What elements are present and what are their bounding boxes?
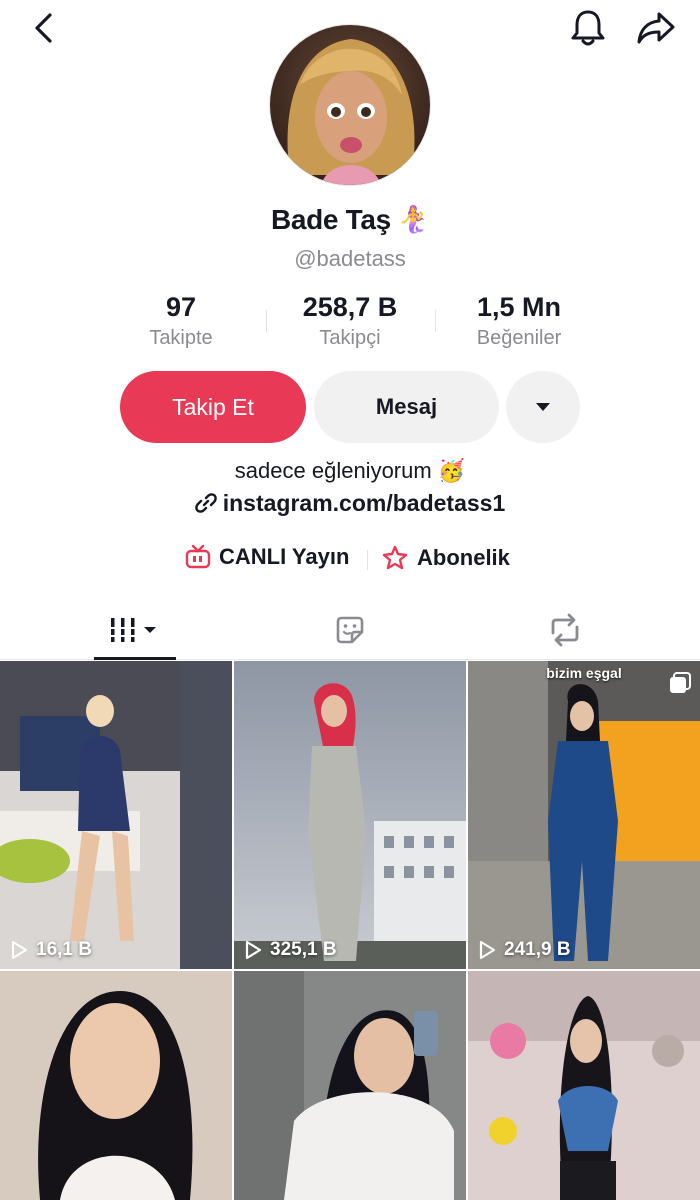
avatar[interactable] (269, 24, 431, 186)
profile-features: CANLI Yayın Abonelik (0, 540, 700, 580)
video-thumbnail[interactable] (468, 971, 700, 1200)
video-thumbnail[interactable]: bizim eşgal 241,9 B (468, 661, 700, 969)
active-tab-indicator (94, 657, 176, 660)
video-thumbnail[interactable]: 325,1 B (234, 661, 466, 969)
stat-label: Beğeniler (476, 327, 562, 349)
stat-label: Takipçi (319, 327, 381, 349)
star-icon (382, 545, 408, 570)
live-tv-icon (185, 544, 211, 569)
stat-followers[interactable]: 258,7 B Takipçi (260, 292, 440, 350)
profile-stats: 97 Takipte 258,7 B Takipçi 1,5 Mn Beğeni… (0, 292, 700, 362)
profile-handle: @badetass (294, 246, 406, 271)
stat-value: 258,7 B (302, 292, 398, 322)
thumbnail-image (234, 661, 466, 969)
stat-value: 1,5 Mn (476, 292, 562, 322)
stat-following[interactable]: 97 Takipte (91, 292, 271, 350)
thumbnail-image (234, 971, 466, 1200)
mermaid-emoji: 🧜‍♀️ (396, 204, 430, 234)
view-count-text: 325,1 B (270, 939, 337, 960)
share-arrow-icon (637, 12, 675, 44)
tab-reposts[interactable] (525, 600, 605, 660)
subscription-button[interactable]: Abonelik (381, 544, 510, 572)
repost-icon (551, 613, 579, 647)
video-thumbnail[interactable] (0, 971, 232, 1200)
follow-button[interactable]: Takip Et (120, 371, 306, 443)
video-caption-overlay: bizim eşgal (546, 665, 622, 681)
multi-image-icon (670, 672, 691, 693)
content-tabs (0, 600, 700, 660)
profile-link-text: instagram.com/badetass1 (222, 490, 506, 516)
thumbnail-image (468, 971, 700, 1200)
more-options-button[interactable] (506, 371, 580, 443)
subscription-label: Abonelik (417, 545, 510, 570)
profile-link[interactable]: instagram.com/badetass1 (0, 490, 700, 517)
share-button[interactable] (634, 8, 678, 48)
live-label: CANLI Yayın (219, 544, 350, 569)
notifications-button[interactable] (568, 8, 608, 48)
video-grid: 16,1 B 325,1 B bizim eşgal 241,9 B (0, 661, 700, 1200)
thumbnail-image (0, 661, 232, 969)
profile-name: Bade Taş (270, 204, 391, 235)
link-icon (194, 493, 217, 513)
live-button[interactable]: CANLI Yayın (185, 544, 349, 570)
caret-down-icon (536, 403, 550, 411)
video-thumbnail[interactable] (234, 971, 466, 1200)
view-count-text: 16,1 B (36, 939, 92, 960)
profile-name-row: Bade Taş 🧜‍♀️ (0, 204, 700, 236)
view-count: 16,1 B (10, 939, 92, 961)
profile-bio: sadece eğleniyorum 🥳 (234, 458, 466, 483)
chevron-left-icon (35, 13, 52, 43)
avatar-image (270, 25, 430, 185)
view-count: 325,1 B (244, 939, 337, 961)
back-button[interactable] (26, 10, 62, 46)
grid-icon (111, 618, 156, 642)
play-icon (479, 940, 496, 960)
stat-likes[interactable]: 1,5 Mn Beğeniler (429, 292, 609, 350)
play-icon (245, 940, 262, 960)
play-icon (11, 940, 28, 960)
view-count-text: 241,9 B (504, 939, 571, 960)
stat-label: Takipte (149, 327, 213, 349)
sticker-icon (336, 616, 364, 644)
view-count: 241,9 B (478, 939, 571, 961)
thumbnail-image (468, 661, 700, 969)
stat-value: 97 (165, 292, 197, 322)
feature-divider (367, 550, 368, 570)
thumbnail-image (0, 971, 232, 1200)
tab-favorites[interactable] (310, 600, 390, 660)
bell-icon (571, 10, 605, 46)
video-thumbnail[interactable]: 16,1 B (0, 661, 232, 969)
message-button[interactable]: Mesaj (314, 371, 499, 443)
tab-videos[interactable] (94, 600, 176, 660)
